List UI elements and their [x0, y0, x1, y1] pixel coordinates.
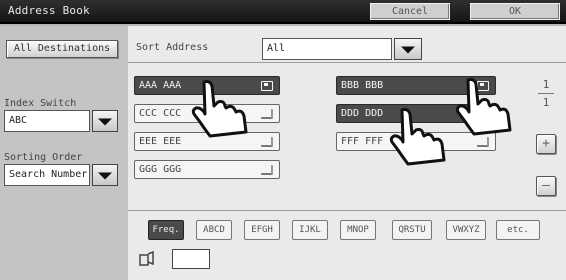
- divider: [128, 62, 566, 63]
- index-switch-select[interactable]: ABC: [4, 110, 90, 132]
- address-entry[interactable]: GGG GGG: [134, 160, 280, 179]
- tab-freq[interactable]: Freq.: [148, 220, 184, 240]
- address-entry[interactable]: DDD DDD: [336, 104, 496, 123]
- scroll-down-button[interactable]: –: [536, 176, 556, 196]
- mail-icon: [477, 137, 489, 147]
- address-input[interactable]: [172, 249, 210, 269]
- main-panel: [128, 26, 566, 280]
- sort-address-select[interactable]: All: [262, 38, 392, 60]
- mail-icon: [261, 165, 273, 175]
- window-title: Address Book: [8, 4, 90, 17]
- mail-icon: [477, 81, 489, 91]
- entry-name: CCC CCC: [139, 108, 182, 119]
- index-switch-label: Index Switch: [4, 98, 77, 109]
- sorting-order-select[interactable]: Search Number: [4, 164, 90, 186]
- address-entry[interactable]: AAA AAA: [134, 76, 280, 95]
- minus-icon: –: [542, 178, 550, 193]
- entry-name: AAA AAA: [139, 80, 182, 91]
- chevron-down-icon[interactable]: [92, 164, 118, 186]
- tab-vwxyz[interactable]: VWXYZ: [446, 220, 486, 240]
- tab-abcd[interactable]: ABCD: [196, 220, 232, 240]
- address-entry[interactable]: EEE EEE: [134, 132, 280, 151]
- address-entry[interactable]: FFF FFF: [336, 132, 496, 151]
- address-icon: [138, 250, 156, 268]
- scroll-up-button[interactable]: +: [536, 134, 556, 154]
- mail-icon: [261, 81, 273, 91]
- mail-icon: [261, 109, 273, 119]
- mail-icon: [261, 137, 273, 147]
- ok-button[interactable]: OK: [470, 3, 560, 20]
- tab-efgh[interactable]: EFGH: [244, 220, 280, 240]
- cancel-button[interactable]: Cancel: [370, 3, 450, 20]
- entry-name: DDD DDD: [341, 108, 384, 119]
- entry-name: GGG GGG: [139, 164, 182, 175]
- plus-icon: +: [542, 136, 550, 151]
- chevron-down-icon[interactable]: [394, 38, 422, 60]
- tab-etc[interactable]: etc.: [496, 220, 540, 240]
- page-separator: [538, 93, 554, 94]
- entry-name: BBB BBB: [341, 80, 384, 91]
- address-entry[interactable]: BBB BBB: [336, 76, 496, 95]
- mail-icon: [477, 109, 489, 119]
- address-entry[interactable]: CCC CCC: [134, 104, 280, 123]
- tab-ijkl[interactable]: IJKL: [292, 220, 328, 240]
- divider: [128, 210, 566, 211]
- tab-qrstu[interactable]: QRSTU: [392, 220, 432, 240]
- page-total: 1: [542, 96, 550, 109]
- page-current: 1: [542, 78, 550, 91]
- sorting-order-label: Sorting Order: [4, 152, 83, 163]
- sort-address-label: Sort Address: [136, 42, 209, 53]
- entry-name: EEE EEE: [139, 136, 182, 147]
- tab-mnop[interactable]: MNOP: [340, 220, 376, 240]
- all-destinations-button[interactable]: All Destinations: [6, 40, 118, 58]
- chevron-down-icon[interactable]: [92, 110, 118, 132]
- entry-name: FFF FFF: [341, 136, 384, 147]
